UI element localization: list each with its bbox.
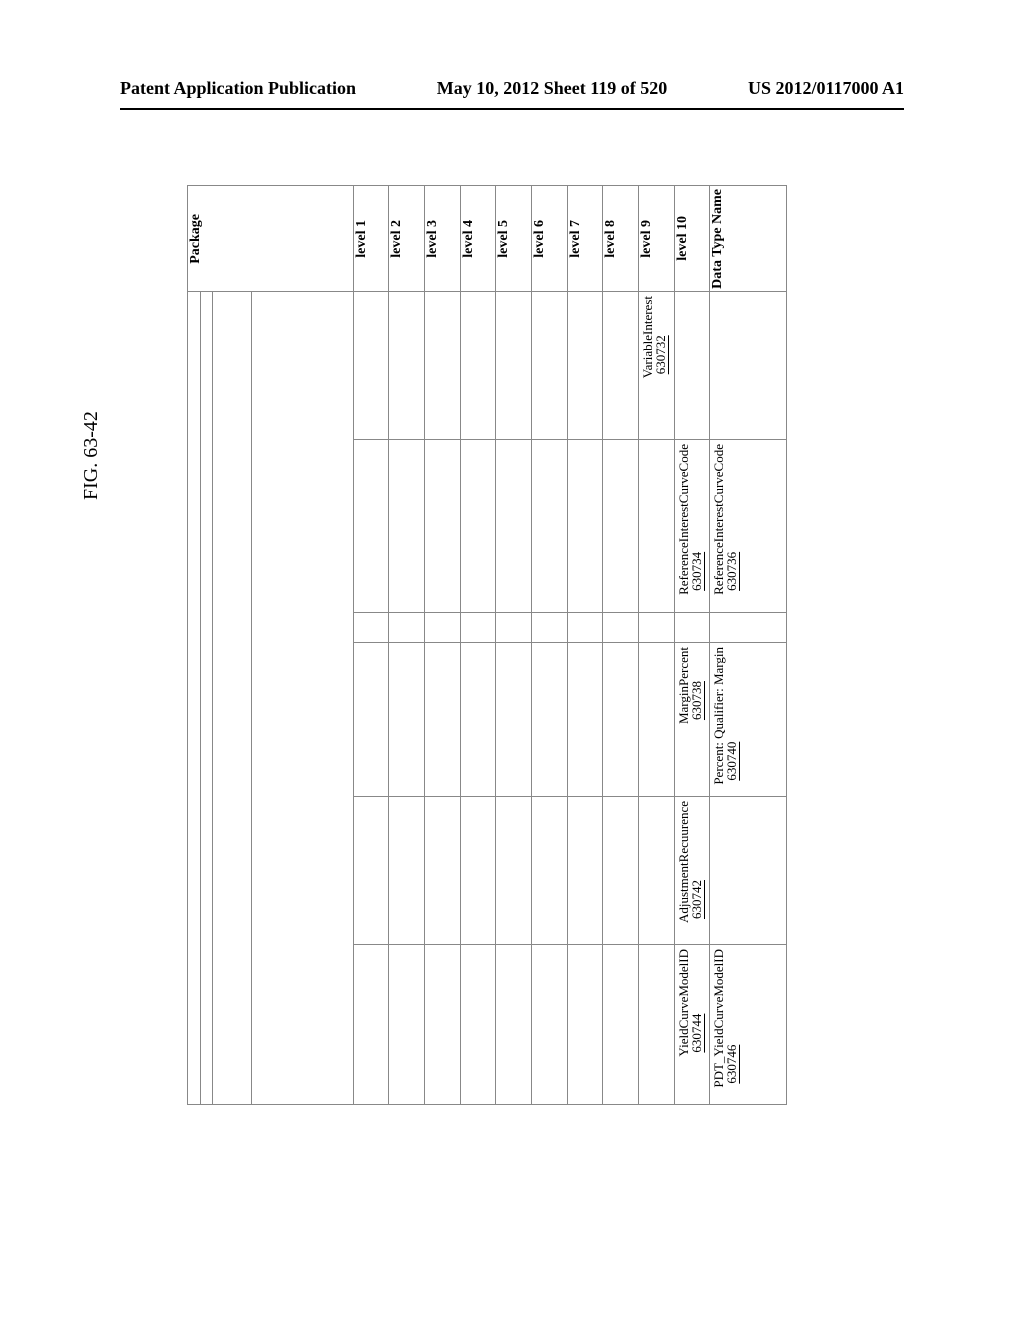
col-dtn: Data Type Name — [710, 186, 787, 292]
col-level6: level 6 — [532, 186, 568, 292]
col-level8: level 8 — [603, 186, 639, 292]
col-package: Package — [188, 186, 354, 292]
cell-dtn-r1: ReferenceInterestCurveCode630736 — [710, 439, 787, 612]
col-level7: level 7 — [567, 186, 603, 292]
col-level4: level 4 — [460, 186, 496, 292]
table-row: VariableInterest630732 — [188, 291, 787, 439]
col-level1: level 1 — [353, 186, 389, 292]
data-table: Package level 1 level 2 level 3 level 4 … — [187, 185, 787, 1105]
header-right: US 2012/0117000 A1 — [748, 78, 904, 108]
col-level9: level 9 — [639, 186, 675, 292]
cell-dtn-r2: Percent: Qualifier: Margin630740 — [710, 643, 787, 796]
figure-label: FIG. 63-42 — [80, 411, 103, 500]
page-header: Patent Application Publication May 10, 2… — [120, 78, 904, 110]
cell-l10-r3: AdjustmentRecuurence630742 — [674, 796, 710, 944]
col-level3: level 3 — [424, 186, 460, 292]
col-level10: level 10 — [674, 186, 710, 292]
cell-l10-r1: ReferenceInterestCurveCode630734 — [674, 439, 710, 612]
header-left: Patent Application Publication — [120, 78, 356, 108]
header-row: Package level 1 level 2 level 3 level 4 … — [188, 186, 787, 292]
table-wrap: Package level 1 level 2 level 3 level 4 … — [187, 185, 787, 1105]
cell-l9-r0: VariableInterest630732 — [639, 291, 675, 439]
cell-l10-r4: YieldCurveModelID630744 — [674, 944, 710, 1104]
cell-dtn-r4: PDT_YieldCurveModelID630746 — [710, 944, 787, 1104]
col-level2: level 2 — [389, 186, 425, 292]
col-level5: level 5 — [496, 186, 532, 292]
cell-l10-r2: MarginPercent630738 — [674, 643, 710, 796]
header-center: May 10, 2012 Sheet 119 of 520 — [437, 78, 667, 108]
